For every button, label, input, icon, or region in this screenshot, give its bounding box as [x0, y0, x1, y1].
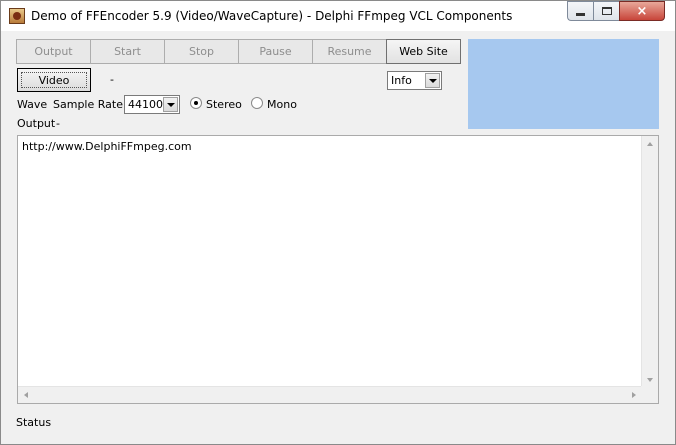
stop-button[interactable]: Stop — [164, 39, 239, 64]
window-title: Demo of FFEncoder 5.9 (Video/WaveCapture… — [31, 9, 513, 23]
scrollbar-corner — [641, 386, 658, 403]
output-label: Output — [17, 117, 56, 130]
maximize-button[interactable] — [593, 1, 619, 21]
sample-rate-select[interactable]: 44100 — [124, 95, 180, 114]
mono-radio[interactable] — [251, 97, 263, 109]
sample-rate-label: Sample Rate — [53, 98, 123, 111]
video-button[interactable]: Video — [17, 68, 91, 92]
scroll-right-icon[interactable] — [632, 392, 636, 398]
minimize-icon — [576, 12, 585, 16]
stereo-radio[interactable] — [190, 97, 202, 109]
video-button-label: Video — [38, 73, 70, 87]
scroll-down-icon[interactable] — [647, 378, 653, 382]
output-value: - — [56, 117, 60, 130]
caption-buttons: × — [567, 1, 665, 21]
status-bar: Status — [16, 416, 52, 429]
app-window: Demo of FFEncoder 5.9 (Video/WaveCapture… — [0, 0, 676, 445]
sample-rate-value: 44100 — [128, 98, 163, 111]
resume-button[interactable]: Resume — [312, 39, 387, 64]
minimize-button[interactable] — [567, 1, 593, 21]
log-level-value: Info — [391, 74, 412, 87]
scroll-left-icon[interactable] — [24, 392, 28, 398]
maximize-icon — [601, 7, 612, 15]
vertical-scrollbar[interactable] — [641, 136, 658, 388]
video-preview — [468, 39, 659, 129]
log-memo[interactable]: http://www.DelphiFFmpeg.com — [17, 135, 659, 404]
log-level-select[interactable]: Info — [387, 71, 442, 90]
mono-label[interactable]: Mono — [267, 98, 297, 111]
title-bar[interactable]: Demo of FFEncoder 5.9 (Video/WaveCapture… — [1, 1, 675, 31]
start-button[interactable]: Start — [90, 39, 165, 64]
close-button[interactable]: × — [619, 1, 665, 21]
wave-label: Wave — [17, 98, 48, 111]
memo-text: http://www.DelphiFFmpeg.com — [22, 140, 192, 153]
close-icon: × — [636, 3, 648, 19]
toolbar: Output Start Stop Pause Resume Web Site — [16, 39, 461, 64]
dropdown-arrow-icon[interactable] — [163, 97, 178, 112]
stereo-label[interactable]: Stereo — [206, 98, 242, 111]
scroll-up-icon[interactable] — [647, 142, 653, 146]
app-icon — [9, 8, 25, 24]
horizontal-scrollbar[interactable] — [18, 386, 642, 403]
video-value: - — [110, 73, 114, 86]
output-button[interactable]: Output — [16, 39, 91, 64]
dropdown-arrow-icon[interactable] — [425, 73, 440, 88]
web-site-button[interactable]: Web Site — [386, 39, 461, 64]
pause-button[interactable]: Pause — [238, 39, 313, 64]
